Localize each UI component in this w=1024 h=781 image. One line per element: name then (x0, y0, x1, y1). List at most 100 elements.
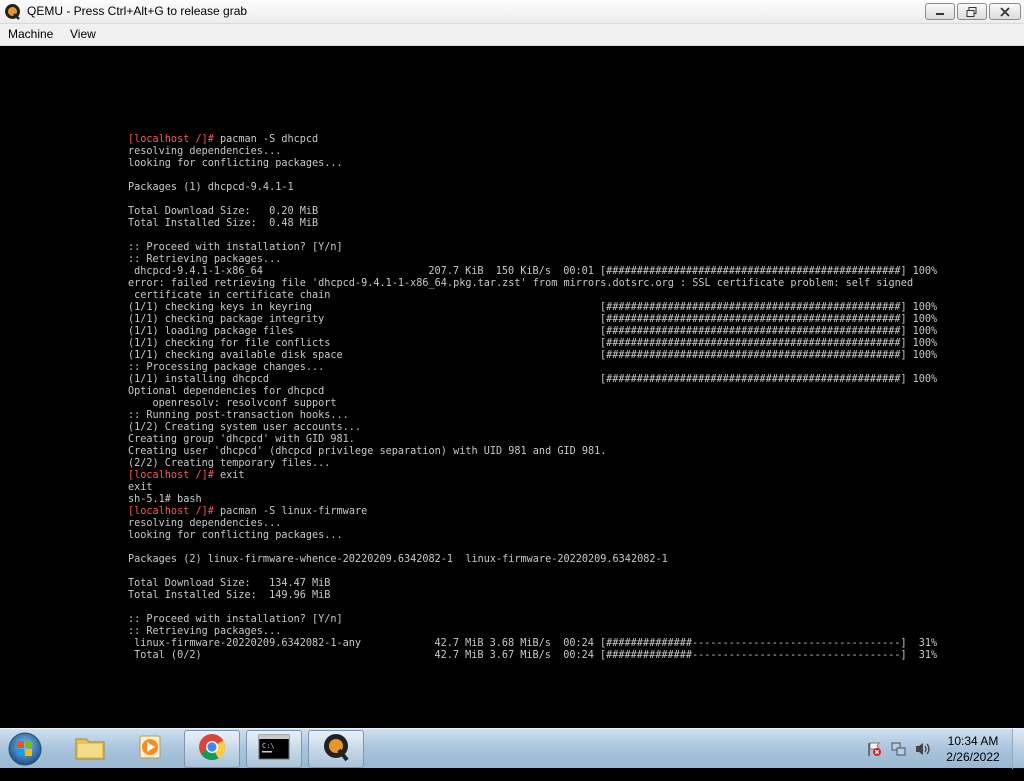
terminal-line: (1/1) checking for file conflicts [######… (128, 338, 937, 350)
terminal-line: (1/1) checking available disk space [####… (128, 350, 937, 362)
terminal-line: resolving dependencies... (128, 146, 913, 158)
terminal-line: :: Running post-transaction hooks... (128, 410, 913, 422)
command-prompt-icon: C:\ (258, 734, 290, 764)
terminal-line: looking for conflicting packages... (128, 530, 913, 542)
show-desktop-button[interactable] (1012, 729, 1024, 769)
close-icon (999, 2, 1011, 21)
progress-pct: 100% (912, 326, 938, 337)
terminal-line: :: Processing package changes... (128, 362, 913, 374)
progress-bar: [#######################################… (600, 326, 907, 337)
terminal-line: Creating group 'dhcpcd' with GID 981. (128, 434, 913, 446)
progress-pct: 100% (912, 266, 938, 277)
progress-bar: [#######################################… (600, 374, 907, 385)
progress-time: 00:24 (563, 650, 594, 661)
terminal-line: (1/1) loading package files [############… (128, 326, 937, 338)
menu-machine[interactable]: Machine (8, 27, 53, 41)
terminal-text: :: Proceed with installation? [Y/n] (128, 242, 343, 253)
progress-time: 00:24 (563, 638, 594, 649)
terminal-text: Packages (1) dhcpcd-9.4.1-1 (128, 182, 294, 193)
media-player-icon (135, 732, 165, 766)
terminal-line: Total Installed Size: 149.96 MiB (128, 590, 913, 602)
terminal-line: (1/1) checking keys in keyring [#########… (128, 302, 937, 314)
progress-rate: 3.67 MiB/s (489, 650, 551, 661)
terminal-text: pacman -S linux-firmware (220, 506, 368, 517)
progress-pct: 100% (912, 350, 938, 361)
terminal-text: Creating user 'dhcpcd' (dhcpcd privilege… (128, 446, 607, 457)
taskbar-qemu[interactable] (308, 730, 364, 768)
progress-size: 42.7 MiB (434, 650, 484, 661)
terminal-line: :: Retrieving packages... (128, 626, 913, 638)
close-button[interactable] (989, 3, 1021, 20)
terminal-text: Creating group 'dhcpcd' with GID 981. (128, 434, 355, 445)
progress-bar: [#######################################… (600, 302, 907, 313)
taskbar-media-player[interactable] (122, 730, 178, 768)
network-icon[interactable] (891, 741, 907, 781)
menu-view[interactable]: View (70, 27, 96, 41)
action-center-flag-icon[interactable] (866, 741, 882, 781)
terminal-text: (1/1) checking package integrity (128, 314, 325, 325)
svg-text:C:\: C:\ (262, 742, 275, 750)
terminal-text: :: Retrieving packages... (128, 626, 282, 637)
terminal-line: error: failed retrieving file 'dhcpcd-9.… (128, 278, 913, 290)
terminal-line: Total Download Size: 0.20 MiB (128, 206, 913, 218)
terminal-text: certificate in certificate chain (128, 290, 331, 301)
terminal-text: (1/1) installing dhcpcd (128, 374, 270, 385)
taskbar-cmd[interactable]: C:\ (246, 730, 302, 768)
progress-bar: [#######################################… (600, 350, 907, 361)
shell-prompt: [localhost /]# (128, 506, 221, 517)
terminal-text: (1/1) checking available disk space (128, 350, 343, 361)
terminal-line: :: Proceed with installation? [Y/n] (128, 242, 913, 254)
start-button[interactable] (6, 731, 44, 767)
terminal-text: sh-5.1# bash (128, 494, 202, 505)
terminal-text: (1/1) checking keys in keyring (128, 302, 313, 313)
terminal-text: Total (0/2) (128, 650, 202, 661)
progress-bar: [#######################################… (600, 266, 907, 277)
qemu-icon (321, 732, 351, 766)
shell-prompt: [localhost /]# (128, 470, 221, 481)
progress-time: 00:01 (563, 266, 594, 277)
terminal-output: [localhost /]# pacman -S dhcpcd resolving… (128, 134, 937, 662)
terminal-line: linux-firmware-20220209.6342082-1-any 42.… (128, 638, 937, 650)
progress-bar: [##############-------------------------… (600, 650, 907, 661)
terminal-line: Total Installed Size: 0.48 MiB (128, 218, 913, 230)
terminal-text: linux-firmware-20220209.6342082-1-any (128, 638, 362, 649)
progress-bar: [##############-------------------------… (600, 638, 907, 649)
maximize-button[interactable] (957, 3, 987, 20)
window-title-bar[interactable]: QEMU - Press Ctrl+Alt+G to release grab (0, 0, 1024, 24)
terminal-line: Creating user 'dhcpcd' (dhcpcd privilege… (128, 446, 913, 458)
clock[interactable]: 10:34 AM 2/26/2022 (942, 733, 1004, 765)
folder-icon (74, 733, 106, 765)
volume-icon[interactable] (914, 741, 932, 781)
progress-pct: 100% (912, 302, 938, 313)
taskbar-chrome[interactable] (184, 730, 240, 768)
terminal-text: :: Proceed with installation? [Y/n] (128, 614, 343, 625)
terminal-text: (1/2) Creating system user accounts... (128, 422, 362, 433)
terminal-line: Total Download Size: 134.47 MiB (128, 578, 913, 590)
terminal-line: Optional dependencies for dhcpcd (128, 386, 913, 398)
terminal-text: resolving dependencies... (128, 146, 282, 157)
menu-bar: Machine View (0, 24, 1024, 46)
clock-time: 10:34 AM (947, 734, 999, 748)
terminal-text: :: Processing package changes... (128, 362, 325, 373)
taskbar-explorer[interactable] (62, 730, 118, 768)
minimize-button[interactable] (925, 3, 955, 20)
terminal-text: Packages (2) linux-firmware-whence-20220… (128, 554, 668, 565)
terminal-text: (1/1) checking for file conflicts (128, 338, 331, 349)
terminal-text: looking for conflicting packages... (128, 158, 343, 169)
terminal-line: (1/1) installing dhcpcd [################… (128, 374, 937, 386)
terminal-text: (1/1) loading package files (128, 326, 294, 337)
terminal-text: dhcpcd-9.4.1-1-x86_64 (128, 266, 263, 277)
terminal-line: exit (128, 482, 913, 494)
progress-rate: 150 KiB/s (495, 266, 551, 277)
progress-bar: [#######################################… (600, 338, 907, 349)
terminal-text: error: failed retrieving file 'dhcpcd-9.… (128, 278, 914, 289)
terminal-text: Total Download Size: 0.20 MiB (128, 206, 319, 217)
terminal-line: [localhost /]# pacman -S linux-firmware (128, 506, 913, 518)
terminal-line: sh-5.1# bash (128, 494, 913, 506)
progress-pct: 100% (912, 314, 938, 325)
terminal-text: openresolv: resolvconf support (128, 398, 337, 409)
terminal-line: Packages (1) dhcpcd-9.4.1-1 (128, 182, 913, 194)
guest-display[interactable]: [localhost /]# pacman -S dhcpcd resolving… (0, 46, 1024, 728)
